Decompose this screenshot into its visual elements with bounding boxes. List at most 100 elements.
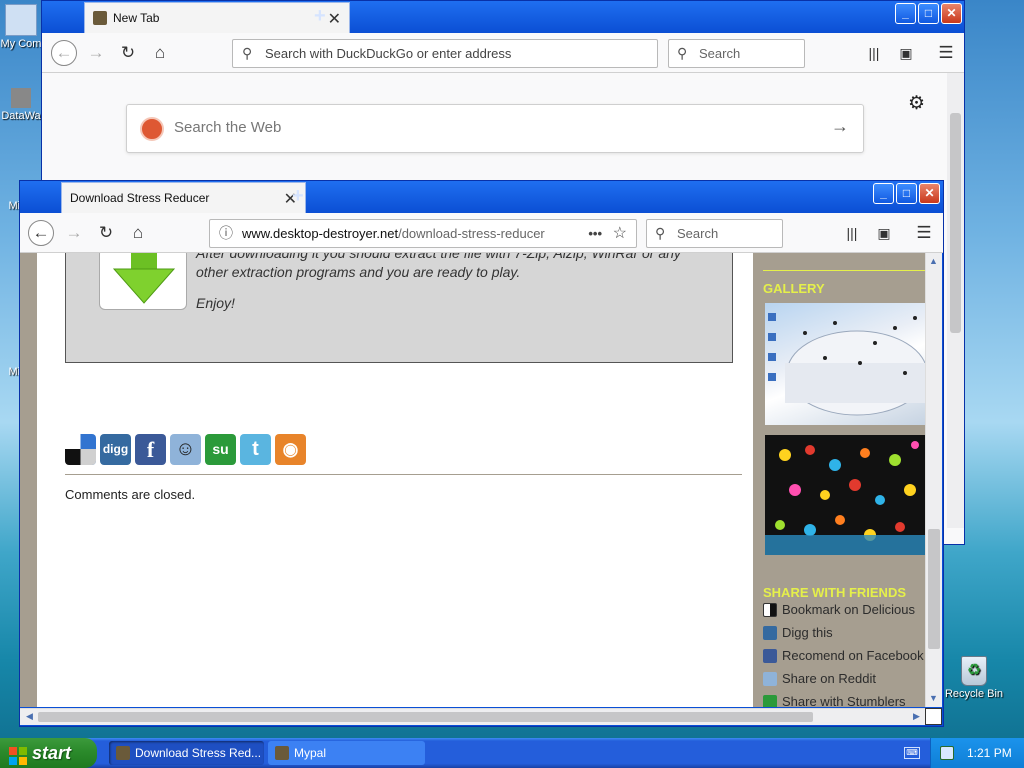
close-tab-icon[interactable]: ✕ <box>328 9 341 29</box>
duckduckgo-icon <box>140 117 164 141</box>
tab-download-stress-reducer[interactable]: Download Stress Reducer ✕ <box>61 182 306 213</box>
share-link-delicious[interactable]: Bookmark on Delicious <box>763 602 915 617</box>
download-info-box: After downloading it you should extract … <box>65 253 733 363</box>
reload-button[interactable]: ↻ <box>116 41 140 65</box>
address-bar[interactable]: ⓘ www.desktop-destroyer.net/download-str… <box>209 219 637 248</box>
scroll-corner <box>925 708 942 725</box>
delicious-icon <box>763 602 777 617</box>
desktop-icon-recycle-bin[interactable]: ♻ Recycle Bin <box>939 656 1009 700</box>
gallery-image-1-graphic <box>768 313 926 416</box>
search-bar[interactable]: ⚲ Search <box>646 219 783 248</box>
back-button[interactable]: ← <box>28 220 54 246</box>
taskbar-button-download-stress-reducer[interactable]: Download Stress Red... <box>109 741 264 765</box>
bookmark-star-icon[interactable]: ☆ <box>613 220 627 247</box>
gear-icon[interactable]: ⚙ <box>908 92 925 115</box>
share-link-label: Share on Reddit <box>782 671 876 686</box>
windows-flag-icon <box>9 744 27 765</box>
social-button-rss[interactable]: ◉ <box>275 434 306 465</box>
close-window-button[interactable]: ✕ <box>919 183 940 204</box>
social-button-twitter[interactable]: t <box>240 434 271 465</box>
rss-icon: ◉ <box>282 439 299 459</box>
home-button[interactable]: ⌂ <box>148 41 172 65</box>
forward-button[interactable]: → <box>84 41 108 65</box>
url-domain: www.desktop-destroyer.net <box>242 226 399 241</box>
sidebar-icon[interactable]: ▣ <box>872 221 896 245</box>
url-path: /download-stress-reducer <box>398 226 545 241</box>
social-button-delicious[interactable] <box>65 434 96 465</box>
sidebar-icon[interactable]: ▣ <box>894 41 918 65</box>
scroll-down-icon[interactable]: ▼ <box>926 691 941 706</box>
social-button-stumbleupon[interactable]: su <box>205 434 236 465</box>
reload-button[interactable]: ↻ <box>94 221 118 245</box>
tab-new-tab[interactable]: New Tab ✕ <box>84 2 350 33</box>
scroll-right-icon[interactable]: ▶ <box>909 709 924 724</box>
facebook-icon: f <box>146 437 155 462</box>
instructions-line-2: other extraction programs and you are re… <box>196 264 521 280</box>
keyboard-layout-icon[interactable]: ⌨ <box>904 747 920 759</box>
search-placeholder: Search <box>677 226 719 241</box>
library-icon[interactable]: ||| <box>840 221 864 245</box>
share-link-digg[interactable]: Digg this <box>763 625 833 640</box>
network-icon[interactable] <box>940 746 954 760</box>
share-heading: SHARE WITH FRIENDS <box>763 585 906 600</box>
desktop-icon-label: Recycle Bin <box>944 688 1004 700</box>
scrollbar-thumb[interactable] <box>38 712 813 722</box>
share-link-stumbleupon[interactable]: Share with Stumblers <box>763 694 906 707</box>
social-button-digg[interactable]: digg <box>100 434 131 465</box>
web-search-placeholder: Search the Web <box>174 119 282 136</box>
tab-title: Download Stress Reducer <box>70 191 210 205</box>
digg-icon: digg <box>102 442 129 456</box>
facebook-icon <box>763 648 777 663</box>
minimize-button[interactable]: _ <box>873 183 894 204</box>
scroll-left-icon[interactable]: ◀ <box>22 709 37 724</box>
clock[interactable]: 1:21 PM <box>967 746 1012 760</box>
taskbar-button-mypal[interactable]: Mypal <box>268 741 425 765</box>
social-button-facebook[interactable]: f <box>135 434 166 465</box>
share-link-facebook[interactable]: Recomend on Facebook <box>763 648 924 663</box>
mypal-favicon-icon <box>116 746 130 760</box>
share-link-label: Bookmark on Delicious <box>782 602 915 617</box>
maximize-button[interactable]: □ <box>918 3 939 24</box>
library-icon[interactable]: ||| <box>862 41 886 65</box>
menu-icon[interactable]: ☰ <box>934 41 958 65</box>
new-tab-button[interactable]: + <box>292 185 304 208</box>
vertical-scrollbar[interactable] <box>947 73 964 528</box>
social-button-reddit[interactable]: ☺ <box>170 434 201 465</box>
tab-strip: New Tab ✕ + _ □ ✕ <box>42 1 964 33</box>
search-placeholder: Search <box>699 46 741 61</box>
page-left-gutter <box>20 253 37 707</box>
computer-icon <box>5 4 37 36</box>
arrow-right-icon[interactable]: → <box>831 116 849 137</box>
close-window-button[interactable]: ✕ <box>941 3 962 24</box>
start-button[interactable]: start <box>0 738 97 768</box>
gallery-image-1[interactable] <box>765 303 926 425</box>
scroll-up-icon[interactable]: ▲ <box>926 254 941 269</box>
right-sidebar: GALLERY SHARE WITH FRIENDS Bookmark on D… <box>753 253 926 707</box>
content-divider <box>65 474 742 475</box>
download-arrow-icon[interactable] <box>99 253 187 310</box>
address-bar[interactable]: ⚲ Search with DuckDuckGo or enter addres… <box>232 39 658 68</box>
maximize-button[interactable]: □ <box>896 183 917 204</box>
navigation-toolbar: ← → ↻ ⌂ ⚲ Search with DuckDuckGo or ente… <box>42 33 964 73</box>
minimize-button[interactable]: _ <box>895 3 916 24</box>
scrollbar-thumb[interactable] <box>928 529 940 649</box>
horizontal-scrollbar[interactable]: ◀ ▶ <box>20 708 926 725</box>
vertical-scrollbar[interactable]: ▲ ▼ <box>925 253 942 707</box>
home-button[interactable]: ⌂ <box>126 221 150 245</box>
menu-icon[interactable]: ☰ <box>912 221 936 245</box>
tab-strip: Download Stress Reducer ✕ + _ □ ✕ <box>20 181 943 213</box>
gallery-image-2[interactable] <box>765 435 926 555</box>
system-tray: 1:21 PM <box>930 738 1024 768</box>
search-bar[interactable]: ⚲ Search <box>668 39 805 68</box>
scrollbar-thumb[interactable] <box>950 113 961 333</box>
page-actions-icon[interactable]: ••• <box>588 220 602 247</box>
navigation-toolbar: ← → ↻ ⌂ ⓘ www.desktop-destroyer.net/down… <box>20 213 943 253</box>
forward-button[interactable]: → <box>62 221 86 245</box>
enjoy-text: Enjoy! <box>196 295 235 311</box>
share-link-label: Share with Stumblers <box>782 694 906 707</box>
web-search-field[interactable]: Search the Web → <box>126 104 864 153</box>
desktop-icon-label: DataWa <box>1 110 41 122</box>
share-link-reddit[interactable]: Share on Reddit <box>763 671 876 686</box>
new-tab-button[interactable]: + <box>314 5 326 28</box>
back-button[interactable]: ← <box>51 40 77 66</box>
